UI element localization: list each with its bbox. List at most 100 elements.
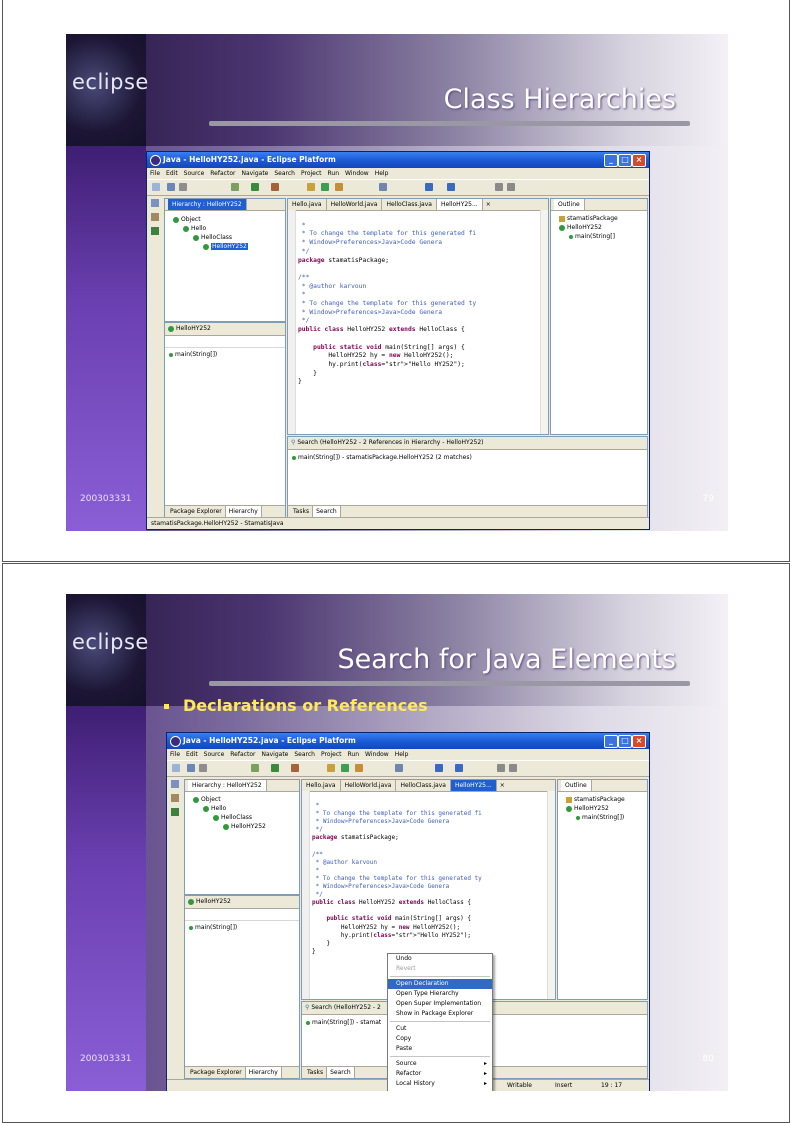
tab-hellohy252-java[interactable]: HelloHY25... (436, 199, 483, 210)
close-editor-icon[interactable]: × (500, 782, 505, 789)
menu-item-paste[interactable]: Paste (388, 1044, 492, 1054)
menu-item-local-history[interactable]: Local History ▸ (388, 1079, 492, 1089)
menu-item-open-declaration[interactable]: Open Declaration (388, 979, 492, 989)
menu-navigate[interactable]: Navigate (261, 751, 288, 758)
external-tools-icon[interactable] (291, 764, 299, 772)
code-area[interactable]: * * To change the template for this gene… (302, 792, 555, 972)
debug-icon[interactable] (231, 183, 239, 191)
new-class-icon[interactable] (341, 764, 349, 772)
run-icon[interactable] (251, 183, 259, 191)
prev-annotation-icon[interactable] (497, 764, 505, 772)
outline-item-class[interactable]: HelloHY252 (562, 804, 647, 813)
new-class-icon[interactable] (321, 183, 329, 191)
tab-hierarchy[interactable]: Hierarchy : HelloHY252 (188, 780, 267, 791)
tab-package-explorer[interactable]: Package Explorer (167, 506, 226, 517)
menu-window[interactable]: Window (345, 170, 369, 177)
tree-item-object[interactable]: Object (189, 795, 299, 804)
minimize-icon[interactable]: _ (604, 735, 618, 748)
menu-item-undo[interactable]: Undo (388, 954, 492, 964)
next-annotation-icon[interactable] (507, 183, 515, 191)
tree-item-helloclass[interactable]: HelloClass (169, 233, 285, 242)
menu-file[interactable]: File (170, 751, 180, 758)
menu-search[interactable]: Search (294, 751, 315, 758)
tab-hello-java[interactable]: Hello.java (302, 780, 341, 791)
menu-item-copy[interactable]: Copy (388, 1034, 492, 1044)
new-icon[interactable] (152, 183, 160, 191)
outline-item-class[interactable]: HelloHY252 (555, 223, 647, 232)
tab-tasks[interactable]: Tasks (290, 506, 314, 517)
prev-annotation-icon[interactable] (495, 183, 503, 191)
menu-item-cut[interactable]: Cut (388, 1024, 492, 1034)
outline-item-method[interactable]: main(String[]) (562, 813, 647, 822)
menu-help[interactable]: Help (395, 751, 409, 758)
menu-source[interactable]: Source (204, 751, 225, 758)
menu-item-open-super-implementation[interactable]: Open Super Implementation (388, 999, 492, 1009)
save-icon[interactable] (167, 183, 175, 191)
save-icon[interactable] (187, 764, 195, 772)
back-icon[interactable] (425, 183, 433, 191)
member-item-main[interactable]: main(String[]) (165, 350, 285, 359)
run-icon[interactable] (271, 764, 279, 772)
menu-run[interactable]: Run (328, 170, 340, 177)
menu-file[interactable]: File (150, 170, 160, 177)
menu-refactor[interactable]: Refactor (210, 170, 235, 177)
tree-item-hellohy252[interactable]: HelloHY252 (189, 822, 299, 831)
tab-helloworld-java[interactable]: HelloWorld.java (327, 199, 383, 210)
tree-item-hellohy252[interactable]: HelloHY252 (169, 242, 285, 251)
resource-perspective-icon[interactable] (171, 794, 179, 802)
code-area[interactable]: * * To change the template for this gene… (288, 211, 548, 404)
tab-tasks[interactable]: Tasks (304, 1067, 328, 1078)
debug-icon[interactable] (251, 764, 259, 772)
menu-navigate[interactable]: Navigate (241, 170, 268, 177)
member-item-main[interactable]: main(String[]) (185, 923, 299, 932)
tab-hierarchy-bottom[interactable]: Hierarchy (225, 506, 262, 517)
search-result-item[interactable]: main(String[]) - stamatisPackage.HelloHY… (288, 453, 647, 462)
tree-item-hello[interactable]: Hello (189, 804, 299, 813)
forward-icon[interactable] (455, 764, 463, 772)
open-perspective-icon[interactable] (151, 199, 159, 207)
editor-scrollbar[interactable] (547, 791, 555, 999)
tab-outline[interactable]: Outline (554, 199, 585, 210)
tab-search[interactable]: Search (313, 506, 341, 517)
tab-hello-java[interactable]: Hello.java (288, 199, 327, 210)
open-perspective-icon[interactable] (171, 780, 179, 788)
menu-project[interactable]: Project (321, 751, 342, 758)
tab-helloclass-java[interactable]: HelloClass.java (396, 780, 451, 791)
outline-item-package[interactable]: stamatisPackage (562, 795, 647, 804)
menu-item-source[interactable]: Source ▸ (388, 1059, 492, 1069)
menu-window[interactable]: Window (365, 751, 389, 758)
search-icon[interactable] (379, 183, 387, 191)
menu-edit[interactable]: Edit (166, 170, 178, 177)
tab-package-explorer[interactable]: Package Explorer (187, 1067, 246, 1078)
resource-perspective-icon[interactable] (151, 213, 159, 221)
print-icon[interactable] (199, 764, 207, 772)
menu-project[interactable]: Project (301, 170, 322, 177)
tab-hierarchy[interactable]: Hierarchy : HelloHY252 (168, 199, 247, 210)
tab-helloworld-java[interactable]: HelloWorld.java (341, 780, 397, 791)
java-perspective-icon[interactable] (151, 227, 159, 235)
menu-item-refactor[interactable]: Refactor ▸ (388, 1069, 492, 1079)
forward-icon[interactable] (447, 183, 455, 191)
new-icon[interactable] (172, 764, 180, 772)
tab-search[interactable]: Search (327, 1067, 355, 1078)
back-icon[interactable] (435, 764, 443, 772)
java-perspective-icon[interactable] (171, 808, 179, 816)
tree-item-helloclass[interactable]: HelloClass (189, 813, 299, 822)
tree-item-object[interactable]: Object (169, 215, 285, 224)
editor-scrollbar[interactable] (540, 210, 548, 434)
open-type-icon[interactable] (355, 764, 363, 772)
next-annotation-icon[interactable] (509, 764, 517, 772)
new-package-icon[interactable] (327, 764, 335, 772)
new-package-icon[interactable] (307, 183, 315, 191)
menu-refactor[interactable]: Refactor (230, 751, 255, 758)
menu-item-show-in-package-explorer[interactable]: Show in Package Explorer (388, 1009, 492, 1019)
tab-hellohy252-java[interactable]: HelloHY25... (450, 780, 497, 791)
maximize-icon[interactable]: □ (618, 735, 632, 748)
maximize-icon[interactable]: □ (618, 154, 632, 167)
print-icon[interactable] (179, 183, 187, 191)
tree-item-hello[interactable]: Hello (169, 224, 285, 233)
outline-item-method[interactable]: main(String[] (555, 232, 647, 241)
open-type-icon[interactable] (335, 183, 343, 191)
menu-item-open-type-hierarchy[interactable]: Open Type Hierarchy (388, 989, 492, 999)
close-editor-icon[interactable]: × (486, 201, 491, 208)
